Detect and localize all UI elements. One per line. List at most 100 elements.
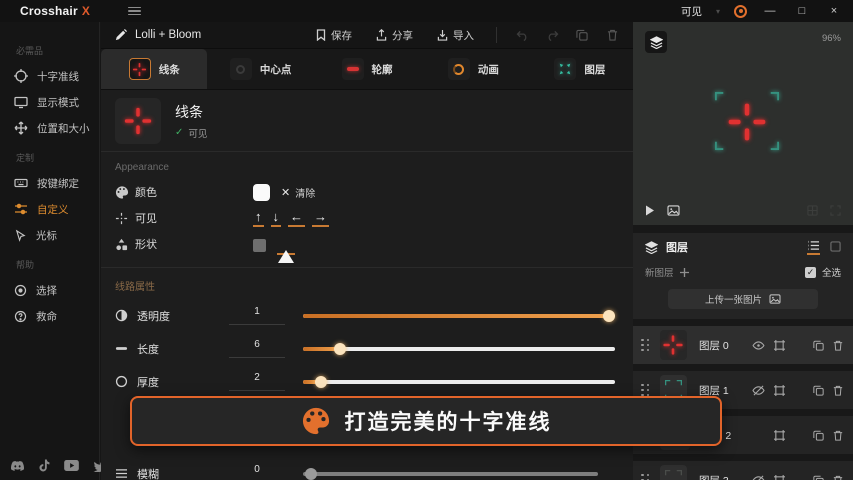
discord-icon[interactable] [10, 460, 25, 472]
sidebar-item-keybinds[interactable]: 按键绑定 [14, 170, 99, 196]
redo-icon[interactable] [539, 30, 565, 41]
plus-icon [680, 268, 689, 277]
edit-pencil-icon [115, 29, 127, 41]
preset-name-group[interactable]: Lolli + Bloom [115, 29, 201, 41]
layers-header-block: 图层 新图层 ✓ 全选 上 [633, 233, 853, 319]
delete-layer-icon[interactable] [833, 340, 843, 351]
close-button[interactable]: × [825, 5, 843, 17]
new-layer-button[interactable]: 新图层 [645, 265, 689, 279]
tab-outline[interactable]: 轮廓 [314, 49, 420, 89]
crosshair-visibility-icon[interactable] [734, 5, 747, 18]
sidebar-item-position-size[interactable]: 位置和大小 [14, 115, 99, 141]
layer-row-3[interactable]: 图层 3 [633, 461, 853, 480]
crosshair-preview: 96% [633, 22, 853, 225]
crop-frame-icon[interactable] [774, 340, 785, 351]
minimize-button[interactable]: — [761, 5, 779, 17]
tab-lines[interactable]: 线条 [101, 49, 207, 89]
grid-toggle-icon[interactable] [807, 205, 818, 216]
crop-frame-icon[interactable] [774, 385, 785, 396]
color-swatch[interactable] [253, 184, 270, 201]
sidebar-item-crosshair[interactable]: 十字准线 [14, 63, 99, 89]
sidebar-item-select[interactable]: 选择 [14, 277, 99, 303]
arrow-down-toggle[interactable]: ↓ [271, 209, 282, 227]
trash-icon[interactable] [599, 29, 625, 41]
lines-preview-icon [115, 98, 161, 144]
sidebar-section-essentials: 必需品 [16, 44, 99, 57]
length-value[interactable]: 6 [229, 339, 285, 358]
sidebar-item-cursor[interactable]: 光标 [14, 222, 99, 248]
visibility-eye-icon[interactable] [752, 341, 765, 350]
chevron-down-icon[interactable]: ▾ [716, 7, 720, 16]
youtube-icon[interactable] [64, 460, 79, 471]
preview-layers-button[interactable] [645, 31, 667, 53]
list-view-button[interactable] [807, 240, 820, 255]
visibility-eye-off-icon[interactable] [752, 385, 765, 396]
blur-slider[interactable] [303, 467, 598, 480]
section-visible-status[interactable]: ✓ 可见 [175, 126, 207, 140]
animation-icon [448, 58, 470, 80]
tab-layers[interactable]: 图层 [527, 49, 633, 89]
thickness-value[interactable]: 2 [229, 372, 285, 391]
duplicate-layer-icon[interactable] [813, 385, 824, 396]
layers-icon [645, 241, 658, 254]
drag-handle-icon[interactable] [641, 474, 650, 480]
upload-image-button[interactable]: 上传一张图片 [668, 289, 818, 309]
shape-square-toggle[interactable] [253, 239, 266, 252]
teal-arrow-sw [715, 139, 726, 150]
visibility-toggle-label: 可见 [681, 4, 702, 19]
undo-icon[interactable] [509, 30, 535, 41]
grid-view-button[interactable] [830, 241, 841, 254]
crop-frame-icon[interactable] [774, 430, 785, 441]
visible-directions-row: 可见 ↑ ↓ ← → [115, 205, 617, 231]
tab-animation[interactable]: 动画 [420, 49, 526, 89]
arrow-up-toggle[interactable]: ↑ [253, 209, 264, 227]
arrow-right-toggle[interactable]: → [312, 209, 329, 227]
sidebar-item-help[interactable]: 救命 [14, 303, 99, 329]
sidebar-item-custom[interactable]: 自定义 [14, 196, 99, 222]
opacity-value[interactable]: 1 [229, 306, 285, 325]
select-all-checkbox[interactable]: ✓ [805, 267, 816, 278]
blur-slider-knob[interactable] [305, 468, 317, 480]
opacity-slider-knob[interactable] [603, 310, 615, 322]
visibility-eye-off-icon[interactable] [752, 475, 765, 480]
appearance-panel: Appearance 颜色 ✕ 清除 可见 ↑ ↓ ← → [101, 152, 633, 268]
opacity-slider[interactable] [303, 309, 615, 323]
blur-value[interactable]: 0 [229, 464, 285, 480]
shapes-icon [115, 238, 135, 251]
thickness-slider[interactable] [303, 375, 615, 389]
length-slider-knob[interactable] [334, 343, 346, 355]
duplicate-layer-icon[interactable] [813, 430, 824, 441]
share-button[interactable]: 分享 [366, 25, 423, 46]
delete-layer-icon[interactable] [833, 430, 843, 441]
layers-teal-icon [554, 58, 576, 80]
drag-handle-icon[interactable] [641, 339, 650, 352]
thickness-slider-knob[interactable] [315, 376, 327, 388]
duplicate-icon[interactable] [569, 29, 595, 41]
play-button[interactable] [645, 205, 655, 216]
maximize-button[interactable]: □ [793, 5, 811, 17]
crosshair-target-icon [14, 69, 28, 83]
tab-center-dot[interactable]: 中心点 [207, 49, 313, 89]
length-slider[interactable] [303, 342, 615, 356]
layer-row-0[interactable]: 图层 0 [633, 326, 853, 364]
delete-layer-icon[interactable] [833, 385, 843, 396]
crop-frame-icon[interactable] [774, 475, 785, 480]
arrow-left-toggle[interactable]: ← [288, 209, 305, 227]
fullscreen-icon[interactable] [830, 205, 841, 216]
duplicate-layer-icon[interactable] [813, 475, 824, 480]
background-image-button[interactable] [667, 205, 680, 216]
sidebar-item-display-mode[interactable]: 显示模式 [14, 89, 99, 115]
mini-crosshair-icon [115, 212, 135, 225]
import-button[interactable]: 导入 [427, 25, 484, 46]
drag-handle-icon[interactable] [641, 384, 650, 397]
clear-color-button[interactable]: ✕ 清除 [281, 185, 315, 200]
save-button[interactable]: 保存 [306, 25, 362, 46]
menu-icon[interactable] [128, 7, 141, 16]
shape-triangle-toggle[interactable] [277, 233, 295, 255]
select-all-control[interactable]: ✓ 全选 [805, 265, 841, 279]
direction-toggles: ↑ ↓ ← → [253, 209, 329, 227]
duplicate-layer-icon[interactable] [813, 340, 824, 351]
length-icon [115, 342, 137, 355]
delete-layer-icon[interactable] [833, 475, 843, 480]
tiktok-icon[interactable] [39, 459, 50, 472]
